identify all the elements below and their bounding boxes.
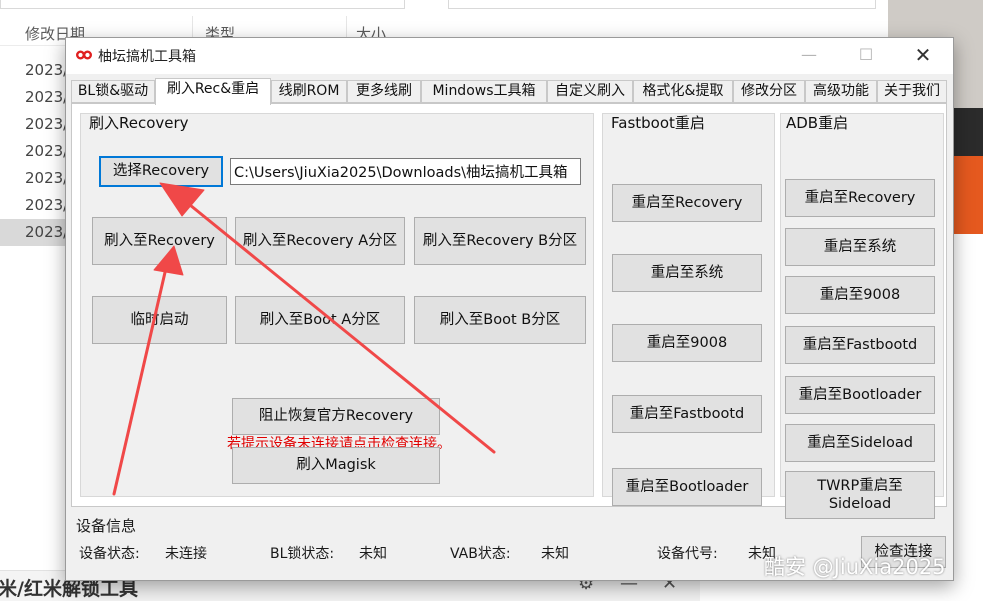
flash-to-recovery-a-button[interactable]: 刷入至Recovery A分区 bbox=[235, 217, 405, 265]
background-row[interactable]: 2023/ bbox=[0, 138, 70, 165]
device-status-value: 未连接 bbox=[165, 546, 207, 562]
adb-reboot-recovery-button[interactable]: 重启至Recovery bbox=[785, 179, 935, 217]
watermark: 酷安 @JiuXia2025 bbox=[764, 555, 946, 579]
fastboot-reboot-fastbootd-button[interactable]: 重启至Fastbootd bbox=[612, 395, 762, 433]
device-code-label: 设备代号: bbox=[657, 546, 718, 562]
background-search-box bbox=[448, 0, 876, 9]
background-toolbar bbox=[0, 0, 888, 10]
fastboot-reboot-9008-button[interactable]: 重启至9008 bbox=[612, 324, 762, 362]
flash-to-recovery-b-button[interactable]: 刷入至Recovery B分区 bbox=[414, 217, 586, 265]
adb-reboot-9008-button[interactable]: 重启至9008 bbox=[785, 276, 935, 314]
background-row[interactable]: 2023/ bbox=[0, 111, 70, 138]
tab-bl-lock-driver[interactable]: BL锁&驱动 bbox=[71, 80, 155, 103]
tab-panel-flash-rec-reboot: 刷入Recovery 选择Recovery C:\Users\JiuXia202… bbox=[71, 103, 947, 519]
adb-reboot-fastbootd-button[interactable]: 重启至Fastbootd bbox=[785, 326, 935, 364]
temp-boot-button[interactable]: 临时启动 bbox=[92, 296, 227, 344]
background-row-selected[interactable]: 2023/ bbox=[0, 219, 70, 246]
block-official-recovery-button[interactable]: 阻止恢复官方Recovery bbox=[232, 398, 440, 435]
adb-reboot-bootloader-button[interactable]: 重启至Bootloader bbox=[785, 376, 935, 414]
vab-status-value: 未知 bbox=[541, 546, 569, 562]
group-title-flash-recovery: 刷入Recovery bbox=[89, 114, 189, 132]
tab-mindows-toolbox[interactable]: Mindows工具箱 bbox=[421, 80, 547, 103]
app-logo-icon bbox=[76, 50, 92, 60]
adb-reboot-sideload-button[interactable]: 重启至Sideload bbox=[785, 424, 935, 462]
tab-more-line-flash[interactable]: 更多线刷 bbox=[347, 80, 421, 103]
tab-format-extract[interactable]: 格式化&提取 bbox=[633, 80, 733, 103]
bl-lock-status-value: 未知 bbox=[359, 546, 387, 562]
maximize-button[interactable]: ☐ bbox=[837, 38, 895, 72]
tab-modify-partition[interactable]: 修改分区 bbox=[733, 80, 805, 103]
background-address-bar bbox=[0, 0, 405, 9]
recovery-path-input[interactable]: C:\Users\JiuXia2025\Downloads\柚坛搞机工具箱 bbox=[230, 158, 581, 185]
adb-reboot-system-button[interactable]: 重启至系统 bbox=[785, 228, 935, 266]
background-row[interactable]: 2023/ bbox=[0, 57, 70, 84]
flash-to-boot-a-button[interactable]: 刷入至Boot A分区 bbox=[235, 296, 405, 344]
minimize-button[interactable]: — bbox=[780, 38, 838, 72]
flash-to-recovery-button[interactable]: 刷入至Recovery bbox=[92, 217, 227, 265]
tab-flash-rec-reboot[interactable]: 刷入Rec&重启 bbox=[155, 78, 271, 105]
background-row[interactable]: 2023/ bbox=[0, 192, 70, 219]
bl-lock-status-label: BL锁状态: bbox=[270, 546, 335, 562]
background-row[interactable]: 2023/ bbox=[0, 84, 70, 111]
tab-line-flash-rom[interactable]: 线刷ROM bbox=[271, 80, 347, 103]
window-title: 柚坛搞机工具箱 bbox=[98, 49, 196, 65]
background-row[interactable]: 2023/ bbox=[0, 165, 70, 192]
device-info-title: 设备信息 bbox=[76, 517, 137, 535]
flash-to-boot-b-button[interactable]: 刷入至Boot B分区 bbox=[414, 296, 586, 344]
vab-status-label: VAB状态: bbox=[450, 546, 511, 562]
group-fastboot-reboot: Fastboot重启 bbox=[602, 113, 775, 497]
tab-about-us[interactable]: 关于我们 bbox=[877, 80, 947, 103]
flash-magisk-button[interactable]: 刷入Magisk bbox=[232, 447, 440, 484]
group-title-fastboot-reboot: Fastboot重启 bbox=[611, 114, 705, 132]
tab-advanced[interactable]: 高级功能 bbox=[805, 80, 877, 103]
fastboot-reboot-system-button[interactable]: 重启至系统 bbox=[612, 254, 762, 292]
tab-strip: BL锁&驱动 刷入Rec&重启 线刷ROM 更多线刷 Mindows工具箱 自定… bbox=[71, 78, 947, 105]
close-button[interactable]: ✕ bbox=[894, 38, 952, 72]
tab-custom-flash[interactable]: 自定义刷入 bbox=[547, 80, 633, 103]
group-title-adb-reboot: ADB重启 bbox=[786, 114, 849, 132]
fastboot-reboot-bootloader-button[interactable]: 重启至Bootloader bbox=[612, 468, 762, 506]
title-bar[interactable]: 柚坛搞机工具箱 — ☐ ✕ bbox=[66, 38, 953, 74]
select-recovery-button[interactable]: 选择Recovery bbox=[99, 156, 223, 187]
fastboot-reboot-recovery-button[interactable]: 重启至Recovery bbox=[612, 184, 762, 222]
twrp-reboot-sideload-button[interactable]: TWRP重启至Sideload bbox=[785, 471, 935, 519]
device-status-label: 设备状态: bbox=[79, 546, 140, 562]
toolbox-window: 柚坛搞机工具箱 — ☐ ✕ BL锁&驱动 刷入Rec&重启 线刷ROM 更多线刷… bbox=[65, 37, 954, 581]
